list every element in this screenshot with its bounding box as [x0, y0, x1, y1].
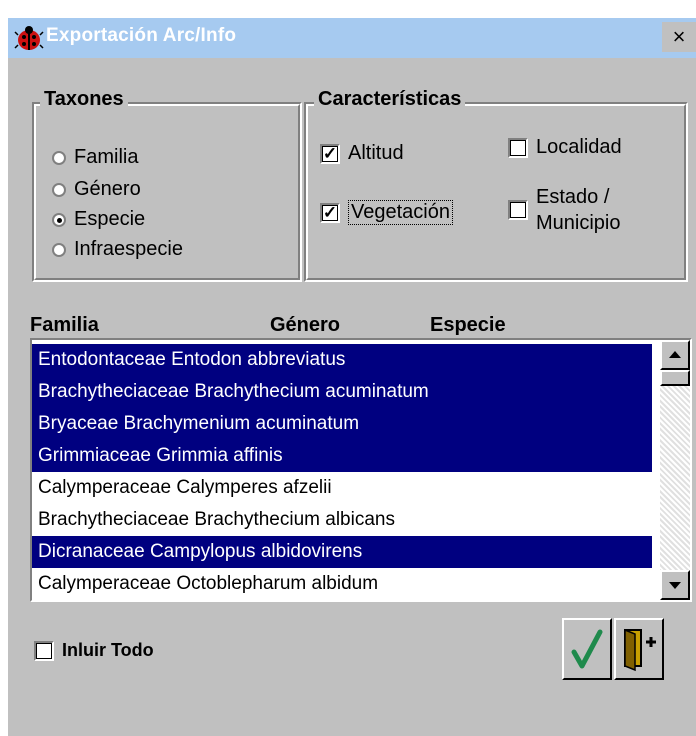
radio-especie-label: Especie: [74, 208, 146, 230]
list-item[interactable]: Brachytheciaceae Brachythecium albicans: [32, 504, 652, 536]
radio-genero-label: Género: [74, 178, 141, 200]
checkbox-vegetacion[interactable]: ✓ Vegetación: [320, 200, 453, 225]
checkbox-altitud-label: Altitud: [348, 142, 404, 164]
list-item[interactable]: Brachytheciaceae Brachythecium acuminatu…: [32, 376, 652, 408]
list-item[interactable]: Bryaceae Brachymenium acuminatum: [32, 408, 652, 440]
scroll-thumb[interactable]: [660, 370, 690, 386]
radio-familia-circle[interactable]: [52, 150, 66, 165]
list-item[interactable]: Calymperaceae Calymperes afzelii: [32, 472, 652, 504]
radio-genero-circle[interactable]: [52, 182, 66, 197]
ok-button[interactable]: [562, 618, 612, 680]
radio-familia-label: Familia: [74, 146, 139, 168]
scroll-down-button[interactable]: [660, 570, 690, 600]
radio-infraespecie[interactable]: Infraespecie: [52, 238, 183, 261]
taxa-listbox[interactable]: Entodontaceae Entodon abbreviatus Brachy…: [30, 338, 692, 602]
radio-infraespecie-circle[interactable]: [52, 242, 66, 257]
ladybug-icon: [14, 26, 44, 50]
taxones-legend: Taxones: [40, 88, 128, 111]
window-title: Exportación Arc/Info: [46, 25, 237, 46]
checkbox-estado-label: Estado / Municipio: [536, 184, 620, 236]
checkbox-incluir-todo[interactable]: Inluir Todo: [34, 640, 154, 661]
arrow-up-icon: [669, 351, 681, 358]
radio-especie[interactable]: Especie: [52, 208, 145, 231]
export-dialog: Exportación Arc/Info × Taxones Familia G…: [8, 18, 696, 736]
header-familia: Familia: [30, 314, 99, 336]
list-item[interactable]: Grimmiaceae Grimmia affinis: [32, 440, 652, 472]
checkbox-estado-label-line1: Estado /: [536, 186, 610, 208]
checkbox-incluir-todo-label: Inluir Todo: [62, 640, 154, 660]
list-item[interactable]: Dicranaceae Campylopus albidovirens: [32, 536, 652, 568]
checkbox-localidad[interactable]: Localidad: [508, 136, 622, 159]
checkbox-localidad-box[interactable]: [508, 137, 528, 158]
radio-especie-circle[interactable]: [52, 212, 66, 227]
exit-door-icon: [624, 628, 656, 672]
radio-familia[interactable]: Familia: [52, 146, 138, 169]
vertical-scrollbar[interactable]: [660, 340, 690, 600]
checkbox-altitud[interactable]: ✓ Altitud: [320, 142, 404, 165]
header-genero: Género: [270, 314, 341, 336]
checkmark-icon: [571, 629, 603, 669]
radio-genero[interactable]: Género: [52, 178, 141, 201]
checkbox-estado-label-line2: Municipio: [536, 212, 621, 234]
header-especie: Especie: [430, 314, 506, 336]
checkbox-estado-box[interactable]: [508, 200, 528, 220]
checkbox-estado[interactable]: Estado / Municipio: [508, 184, 620, 236]
caracteristicas-legend: Características: [314, 88, 466, 111]
checkbox-incluir-todo-box[interactable]: [34, 640, 54, 661]
scroll-up-button[interactable]: [660, 340, 690, 370]
exit-button[interactable]: [614, 618, 664, 680]
checkbox-vegetacion-box[interactable]: ✓: [320, 202, 340, 223]
caracteristicas-group: Características ✓ Altitud ✓ Vegetación L…: [304, 88, 688, 282]
title-bar: Exportación Arc/Info ×: [8, 18, 696, 58]
radio-infraespecie-label: Infraespecie: [74, 238, 183, 260]
checkbox-vegetacion-label: Vegetación: [348, 200, 453, 225]
checkbox-localidad-label: Localidad: [536, 136, 622, 158]
list-item[interactable]: Entodontaceae Entodon abbreviatus: [32, 344, 652, 376]
close-button[interactable]: ×: [662, 22, 696, 52]
taxones-group: Taxones Familia Género Especie Infraespe…: [32, 88, 302, 282]
list-item[interactable]: Calymperaceae Octoblepharum albidum: [32, 568, 652, 600]
arrow-down-icon: [669, 582, 681, 589]
checkbox-altitud-box[interactable]: ✓: [320, 143, 340, 164]
